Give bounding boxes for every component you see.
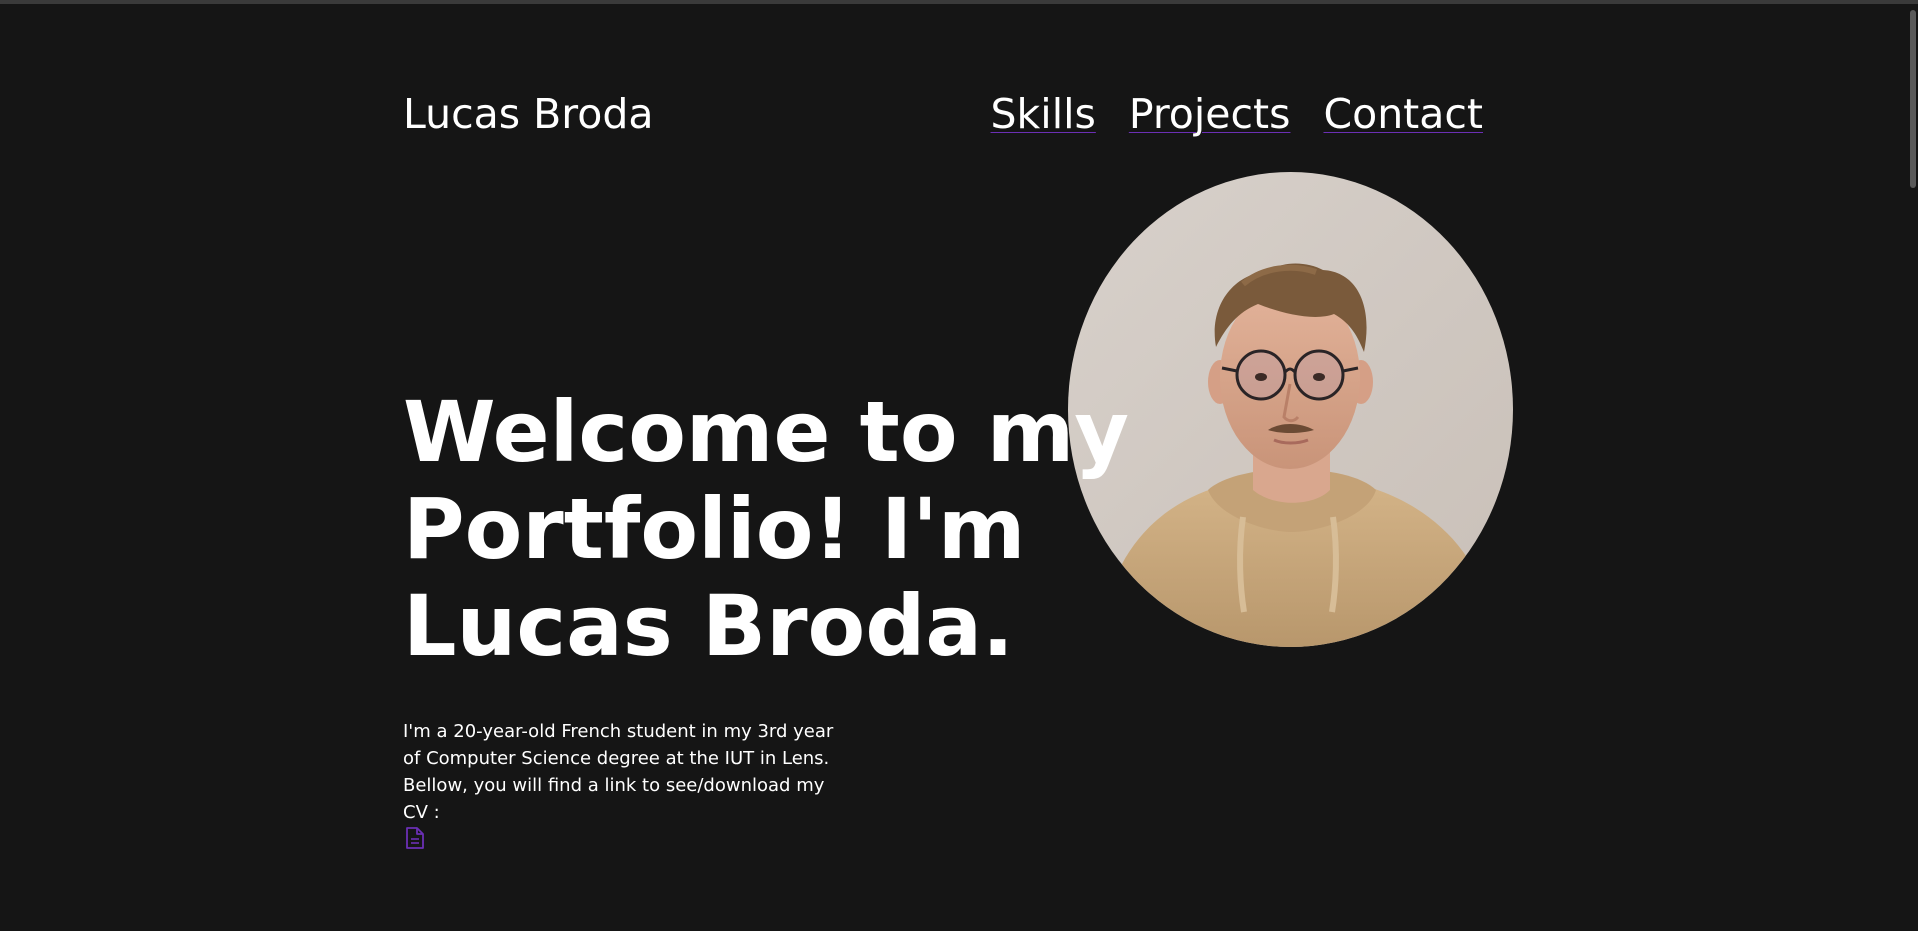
document-icon	[406, 827, 424, 849]
hero-title: Welcome to my Portfolio! I'm Lucas Broda…	[403, 383, 1130, 675]
window-top-border	[0, 0, 1918, 4]
main-nav: Skills Projects Contact	[991, 88, 1483, 140]
nav-link-skills[interactable]: Skills	[991, 88, 1096, 140]
nav-link-contact[interactable]: Contact	[1323, 88, 1483, 140]
page-scrollbar[interactable]	[1904, 4, 1918, 931]
cv-download-link[interactable]	[404, 826, 426, 850]
nav-link-projects[interactable]: Projects	[1129, 88, 1291, 140]
intro-paragraph: I'm a 20-year-old French student in my 3…	[403, 721, 834, 823]
site-logo[interactable]: Lucas Broda	[403, 88, 653, 140]
scrollbar-thumb[interactable]	[1910, 10, 1916, 188]
